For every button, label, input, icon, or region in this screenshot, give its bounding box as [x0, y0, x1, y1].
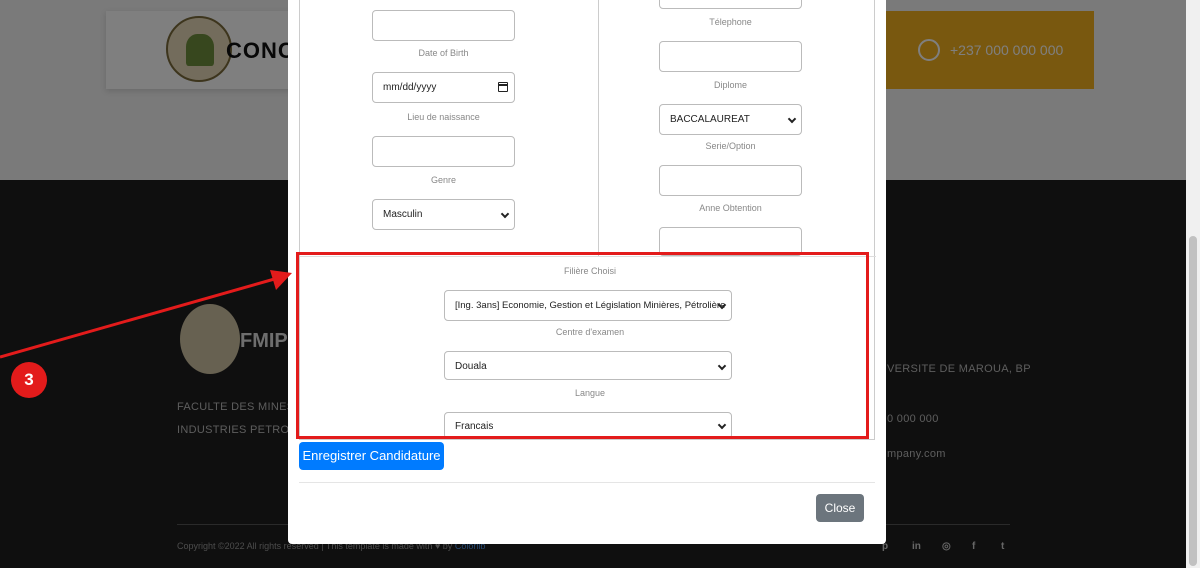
column-divider — [598, 0, 599, 257]
gender-label: Genre — [430, 175, 456, 185]
phone-label: Télephone — [709, 17, 752, 27]
diploma-select-value: BACCALAUREAT — [670, 114, 750, 125]
modal-footer-divider — [299, 482, 875, 483]
dob-input[interactable]: mm/dd/yyyy — [372, 72, 515, 103]
year-label: Anne Obtention — [699, 203, 762, 213]
series-input[interactable] — [659, 165, 802, 196]
scrollbar-thumb[interactable] — [1189, 236, 1197, 566]
chevron-down-icon — [787, 114, 797, 124]
phone-input[interactable] — [659, 0, 802, 9]
chevron-down-icon — [500, 209, 510, 219]
highlight-box — [296, 252, 869, 439]
dob-label: Date of Birth — [418, 48, 469, 58]
calendar-icon[interactable] — [498, 82, 508, 92]
submit-application-button[interactable]: Enregistrer Candidature — [299, 442, 444, 470]
dob-placeholder: mm/dd/yyyy — [383, 82, 437, 93]
diploma-select[interactable]: BACCALAUREAT — [659, 104, 802, 135]
diploma-input[interactable] — [659, 41, 802, 72]
top-left-input[interactable] — [372, 10, 515, 41]
close-button[interactable]: Close — [816, 494, 864, 522]
series-label: Serie/Option — [705, 141, 756, 151]
gender-value: Masculin — [383, 209, 423, 220]
diploma-label: Diplome — [713, 80, 747, 90]
step-badge: 3 — [11, 362, 47, 398]
page-scrollbar[interactable] — [1186, 0, 1200, 568]
birthplace-label: Lieu de naissance — [407, 112, 480, 122]
gender-select[interactable]: Masculin — [372, 199, 515, 230]
birthplace-input[interactable] — [372, 136, 515, 167]
